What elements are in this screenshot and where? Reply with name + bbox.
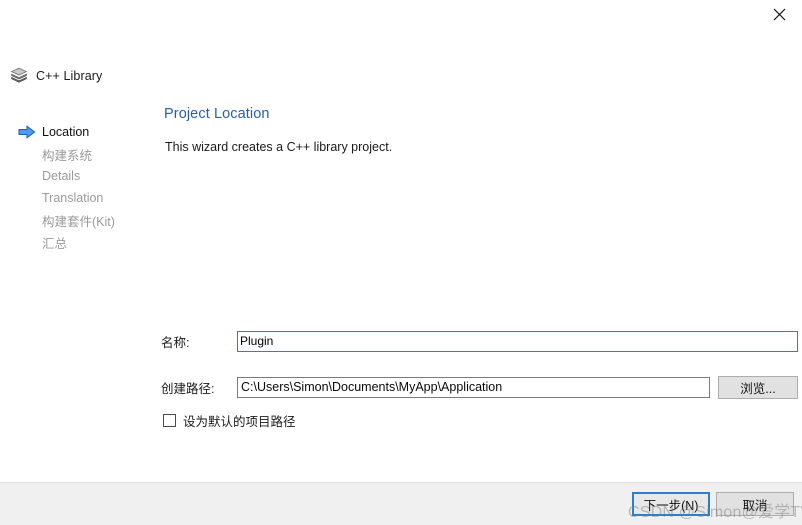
sidebar-step-details[interactable]: Details: [0, 165, 160, 187]
wizard-window: C++ Library Location 构建系统 Details Transl…: [0, 0, 802, 525]
sidebar-step-label: 构建系统: [42, 148, 93, 163]
browse-button[interactable]: 浏览...: [718, 375, 798, 399]
wizard-content: Project Location This wizard creates a C…: [160, 90, 802, 482]
path-label: 创建路径:: [161, 381, 215, 396]
page-title: Project Location: [164, 106, 270, 122]
name-label: 名称:: [161, 335, 190, 350]
sidebar-step-kit[interactable]: 构建套件(Kit): [0, 209, 160, 231]
close-icon: [773, 8, 786, 21]
sidebar-step-label: 汇总: [42, 236, 68, 251]
sidebar-step-label: Details: [42, 169, 81, 183]
sidebar-step-label: 构建套件(Kit): [42, 214, 115, 229]
step-sidebar: Location 构建系统 Details Translation 构建套件(K…: [0, 90, 160, 482]
sidebar-step-translation[interactable]: Translation: [0, 187, 160, 209]
default-path-checkbox-label: 设为默认的项目路径: [183, 415, 296, 429]
page-subtitle: This wizard creates a C++ library projec…: [165, 140, 393, 154]
name-field-row: 名称: Plugin: [161, 330, 798, 352]
next-button[interactable]: 下一步(N): [632, 492, 710, 516]
close-button[interactable]: [757, 0, 802, 29]
sidebar-step-build-system[interactable]: 构建系统: [0, 143, 160, 165]
sidebar-step-label: Translation: [42, 191, 104, 205]
dialog-footer: 下一步(N) 取消: [0, 482, 802, 525]
blue-right-arrow-icon: [18, 125, 36, 139]
default-path-checkbox[interactable]: [163, 414, 176, 427]
name-input-value: Plugin: [240, 334, 274, 348]
title-bar: [0, 0, 802, 30]
path-input[interactable]: C:\Users\Simon\Documents\MyApp\Applicati…: [237, 376, 710, 398]
default-path-checkbox-row[interactable]: 设为默认的项目路径: [161, 411, 798, 430]
sidebar-step-label: Location: [42, 125, 90, 139]
project-location-form: 名称: Plugin 创建路径: C:\Users\Simon\Document…: [161, 330, 798, 430]
cancel-button[interactable]: 取消: [716, 492, 794, 516]
wizard-title: C++ Library: [36, 69, 103, 83]
wizard-header: C++ Library: [0, 30, 802, 90]
sidebar-step-location[interactable]: Location: [0, 121, 160, 143]
wizard-body: Location 构建系统 Details Translation 构建套件(K…: [0, 90, 802, 482]
library-stack-icon: [10, 67, 28, 85]
name-input[interactable]: Plugin: [237, 330, 798, 352]
sidebar-step-summary[interactable]: 汇总: [0, 231, 160, 253]
path-field-row: 创建路径: C:\Users\Simon\Documents\MyApp\App…: [161, 375, 798, 399]
